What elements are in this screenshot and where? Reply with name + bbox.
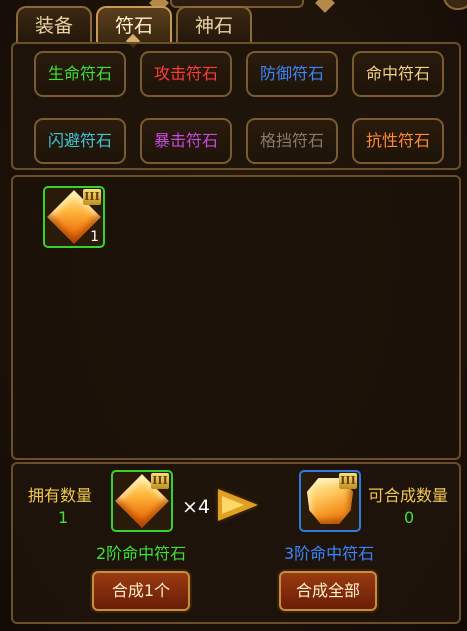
category-life-rune[interactable]: 生命符石 <box>34 51 126 97</box>
category-dodge-rune[interactable]: 闪避符石 <box>34 118 126 164</box>
target-rune-name: 3阶命中符石 <box>284 544 375 563</box>
tier-badge: III <box>83 189 101 205</box>
owned-quantity-label: 拥有数量 <box>28 486 93 505</box>
composable-quantity-value: 0 <box>404 508 415 527</box>
category-label: 攻击符石 <box>153 64 218 83</box>
multiplier-text: ×4 <box>182 496 211 518</box>
composable-quantity-label: 可合成数量 <box>368 486 449 505</box>
category-block-rune[interactable]: 格挡符石 <box>246 118 338 164</box>
category-label: 命中符石 <box>365 64 430 83</box>
item-count: 1 <box>90 229 99 245</box>
category-crit-rune[interactable]: 暴击符石 <box>140 118 232 164</box>
rune-inventory-grid: III 1 <box>11 175 461 460</box>
owned-quantity-value: 1 <box>58 508 69 527</box>
source-rune-name: 2阶命中符石 <box>96 544 187 563</box>
tier-badge: III <box>151 473 169 489</box>
category-resist-rune[interactable]: 抗性符石 <box>352 118 444 164</box>
arrow-highlight <box>222 496 244 514</box>
category-label: 闪避符石 <box>47 131 112 150</box>
category-label: 格挡符石 <box>259 131 324 150</box>
tab-equipment[interactable]: 装备 <box>16 6 92 42</box>
tier-badge: III <box>339 473 357 489</box>
category-attack-rune[interactable]: 攻击符石 <box>140 51 232 97</box>
category-label: 防御符石 <box>259 64 324 83</box>
tab-god-stone[interactable]: 神石 <box>176 6 252 42</box>
inventory-item[interactable]: III 1 <box>43 186 105 248</box>
category-label: 暴击符石 <box>153 131 218 150</box>
category-defense-rune[interactable]: 防御符石 <box>246 51 338 97</box>
source-rune-slot[interactable]: III <box>111 470 173 532</box>
category-label: 抗性符石 <box>365 131 430 150</box>
compose-one-button[interactable]: 合成1个 <box>92 571 190 611</box>
rune-category-panel: 生命符石 攻击符石 防御符石 命中符石 闪避符石 暴击符石 格挡符石 抗性符石 <box>11 42 461 170</box>
category-hit-rune[interactable]: 命中符石 <box>352 51 444 97</box>
compose-all-button[interactable]: 合成全部 <box>279 571 377 611</box>
target-rune-slot[interactable]: III <box>299 470 361 532</box>
category-label: 生命符石 <box>47 64 112 83</box>
